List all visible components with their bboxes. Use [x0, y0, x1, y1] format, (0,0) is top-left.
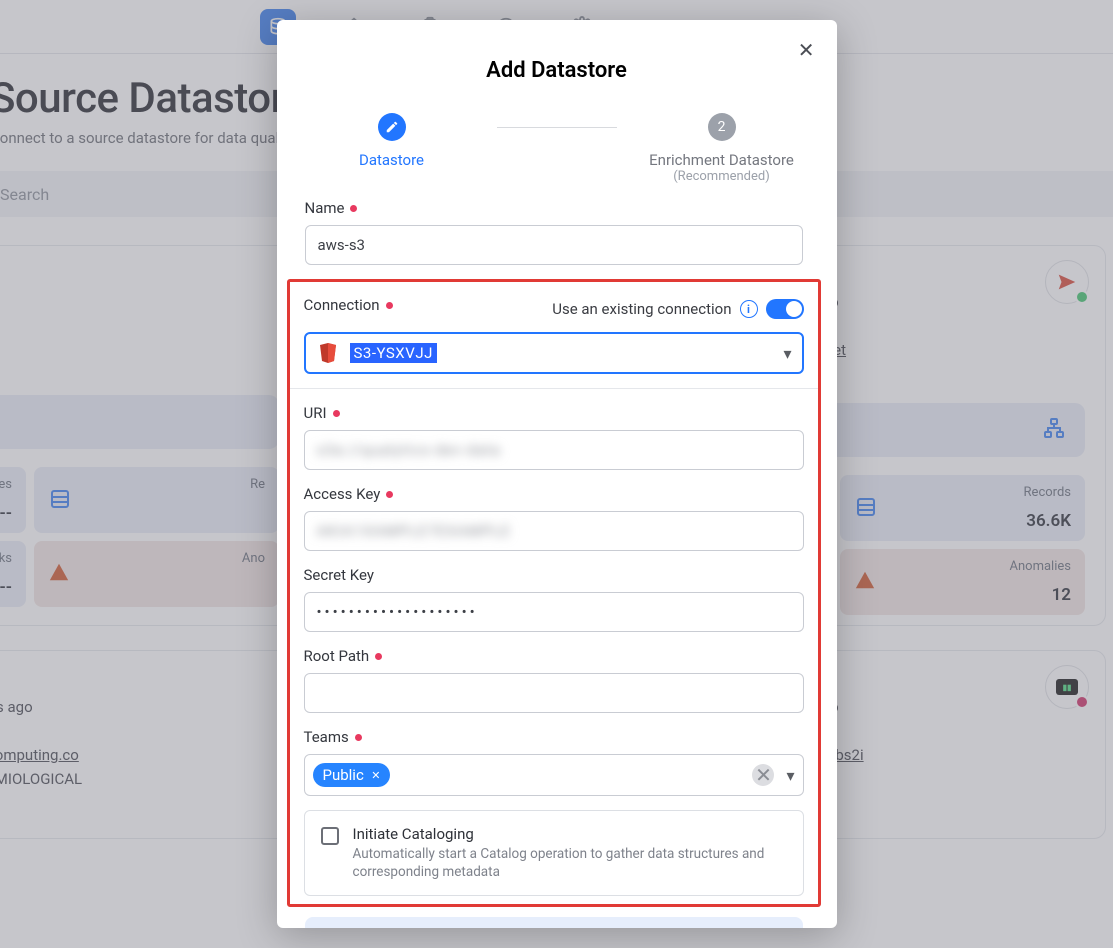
clear-teams-icon[interactable]: ✕ [752, 764, 774, 786]
uri-input[interactable]: s3a://qualytics-dev-data [304, 430, 804, 470]
connection-section: Connection Use an existing connection i … [287, 279, 821, 907]
s3-icon [316, 341, 340, 365]
connection-selected-value: S3-YSXVJJ [350, 343, 437, 363]
team-chip[interactable]: Public✕ [313, 763, 390, 787]
step-2-label: Enrichment Datastore [649, 151, 794, 169]
existing-connection-toggle[interactable] [766, 299, 804, 319]
catalog-checkbox[interactable] [321, 827, 339, 845]
step-2-icon[interactable]: 2 [708, 113, 736, 141]
teams-label: Teams [304, 728, 362, 746]
chevron-down-icon: ▾ [783, 344, 791, 363]
ip-banner: i Connection will be established from IP… [305, 917, 803, 928]
name-input[interactable] [305, 225, 803, 265]
uri-label: URI [304, 404, 340, 422]
remove-chip-icon[interactable]: ✕ [368, 767, 384, 783]
step-1-icon[interactable] [378, 113, 406, 141]
close-icon[interactable]: ✕ [798, 38, 815, 62]
connection-label: Connection [304, 296, 393, 314]
modal-title: Add Datastore [277, 58, 837, 83]
root-path-input[interactable] [304, 673, 804, 713]
access-key-input[interactable]: AKIA1XAMPLE7EXAMPLE [304, 511, 804, 551]
step-2-sublabel: (Recommended) [673, 169, 770, 184]
name-label: Name [305, 199, 358, 217]
stepper: Datastore 2 Enrichment Datastore (Recomm… [277, 113, 837, 184]
step-1-label: Datastore [359, 151, 424, 169]
info-icon[interactable]: i [740, 300, 758, 318]
catalog-title: Initiate Cataloging [353, 825, 787, 843]
teams-select[interactable]: Public✕ ✕ ▾ [304, 754, 804, 796]
secret-key-input[interactable] [304, 592, 804, 632]
initiate-cataloging-option[interactable]: Initiate Cataloging Automatically start … [304, 810, 804, 896]
add-datastore-modal: ✕ Add Datastore Datastore 2 Enrichment D… [277, 20, 837, 928]
catalog-desc: Automatically start a Catalog operation … [353, 845, 787, 881]
secret-key-label: Secret Key [304, 566, 374, 584]
existing-connection-label: Use an existing connection [552, 300, 731, 318]
chevron-down-icon: ▾ [786, 766, 794, 785]
connection-select[interactable]: S3-YSXVJJ ▾ [304, 332, 804, 374]
access-key-label: Access Key [304, 485, 394, 503]
root-path-label: Root Path [304, 647, 383, 665]
